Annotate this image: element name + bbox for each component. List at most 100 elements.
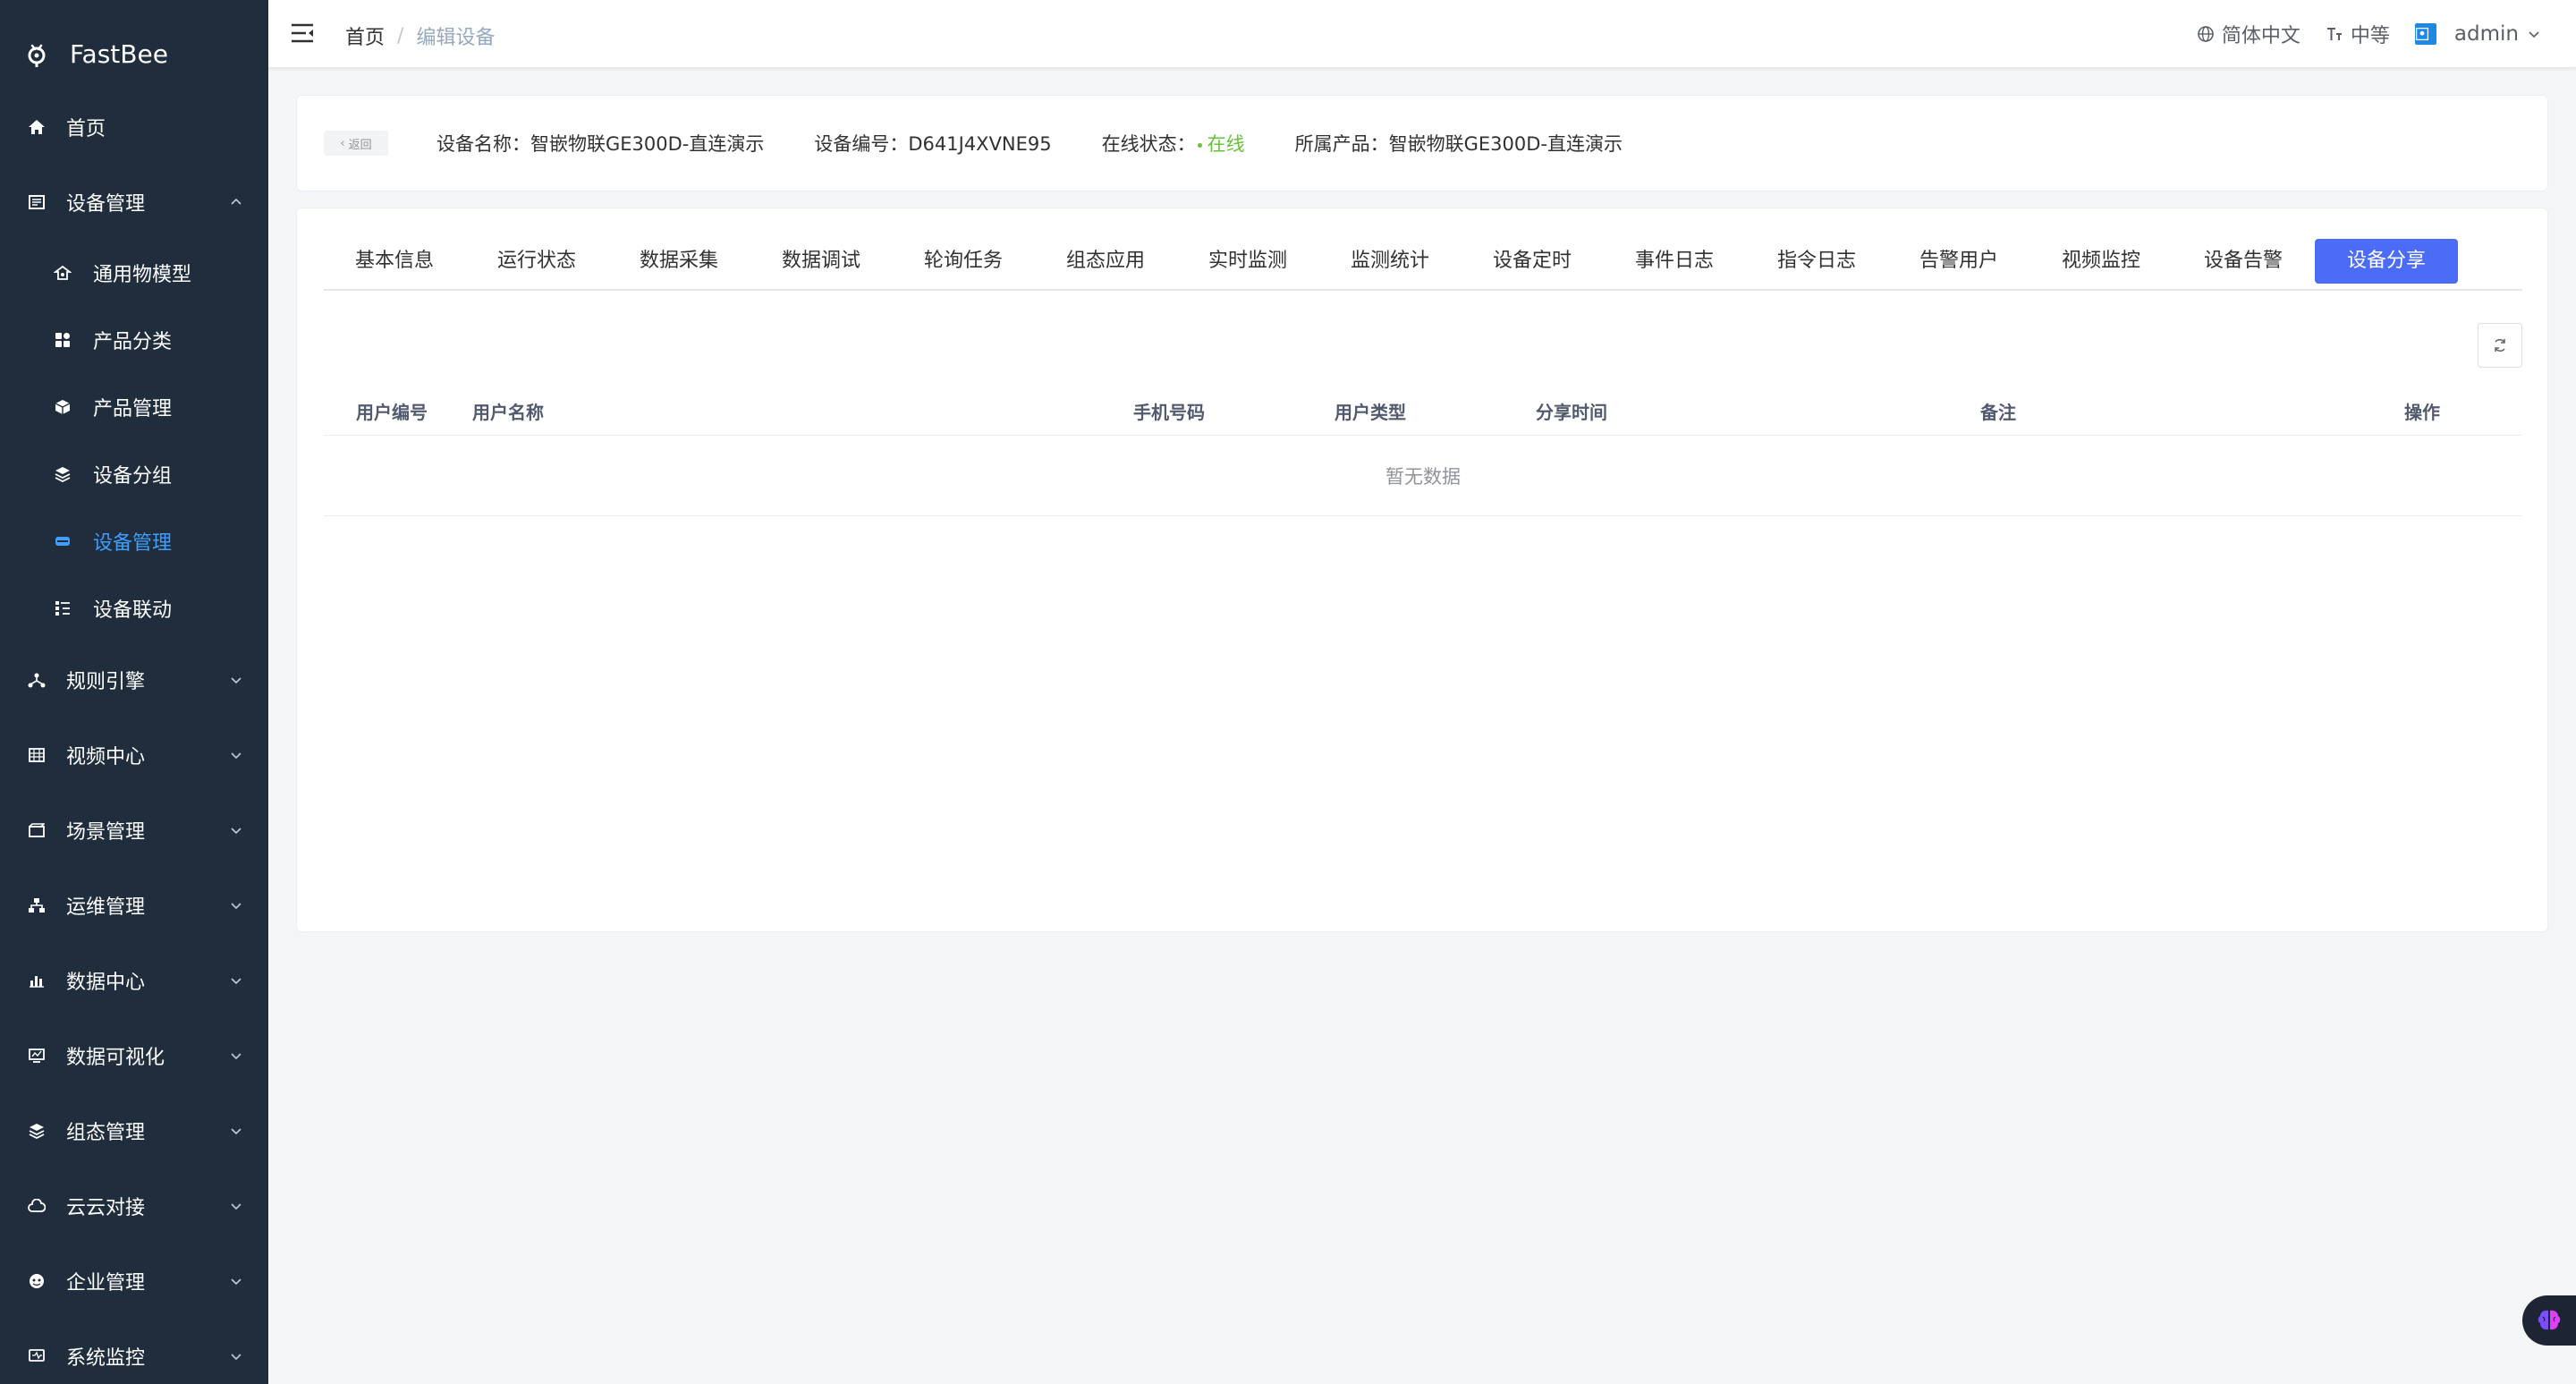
username: admin [2453,22,2519,46]
sidebar: FastBee 首页 设备管理 通用物模型 产品分类 产品管理 设备分组 设备管… [0,0,268,1384]
device-name-label: 设备名称： [436,133,530,155]
size-label: 中等 [2350,25,2390,47]
language-label: 简体中文 [2221,25,2301,47]
chevron-down-icon [231,1278,242,1286]
sidebar-item-label: 企业管理 [66,1272,146,1295]
share-table: 用户编号 用户名称 手机号码 用户类型 分享时间 备注 操作 暂无数据 [324,378,2522,516]
device-product-label: 所属产品： [1294,133,1389,155]
brain-icon [2538,1310,2561,1330]
tab-event-log[interactable]: 事件日志 [1603,239,1746,284]
tab-device-share[interactable]: 设备分享 [2315,239,2458,284]
menu-toggle-icon[interactable] [290,21,315,45]
tab-configuration-app[interactable]: 组态应用 [1034,239,1177,284]
col-actions: 操作 [2404,402,2440,423]
sidebar-item-video-center[interactable]: 视频中心 [0,721,268,789]
home-icon [27,117,47,137]
col-user-name: 用户名称 [472,402,544,423]
tab-alert-users[interactable]: 告警用户 [1887,239,2030,284]
device-product-field: 所属产品：智嵌物联GE300D-直连演示 [1295,130,1623,157]
col-remark: 备注 [1980,402,2016,423]
chevron-down-icon [231,752,242,760]
sidebar-item-cloud-integration[interactable]: 云云对接 [0,1172,268,1240]
sidebar-item-data-visualization[interactable]: 数据可视化 [0,1022,268,1090]
topbar-actions: 简体中文 中等 admin [2172,20,2540,48]
logo[interactable]: FastBee [0,0,268,107]
chevron-down-icon [231,978,242,985]
sidebar-item-label: 运维管理 [66,896,146,919]
user-dropdown[interactable]: admin [2414,22,2540,46]
sidebar-item-product-category[interactable]: 产品分类 [0,307,268,373]
sidebar-item-configuration[interactable]: 组态管理 [0,1097,268,1165]
tab-device-timer[interactable]: 设备定时 [1462,239,1603,284]
sidebar-item-data-center[interactable]: 数据中心 [0,947,268,1015]
sidebar-item-label: 产品分类 [93,331,173,353]
app-name: FastBee [70,38,168,69]
chevron-down-icon [2529,31,2539,38]
rule-icon [27,670,47,690]
breadcrumb-current: 编辑设备 [416,27,496,49]
breadcrumb-home[interactable]: 首页 [345,21,385,50]
chevron-up-icon [231,198,242,205]
tab-basic-info[interactable]: 基本信息 [324,239,465,284]
back-button[interactable]: ‹ 返回 [324,131,388,156]
language-switch[interactable]: 简体中文 [2197,20,2301,48]
tab-realtime-monitor[interactable]: 实时监测 [1177,239,1318,284]
sidebar-item-label: 设备管理 [66,193,146,216]
refresh-button[interactable] [2478,323,2522,368]
tab-monitor-stats[interactable]: 监测统计 [1318,239,1462,284]
video-icon [27,745,47,765]
sidebar-item-label: 产品管理 [93,398,173,420]
sidebar-item-enterprise[interactable]: 企业管理 [0,1247,268,1315]
sidebar-item-label: 设备分组 [93,465,173,488]
tab-command-log[interactable]: 指令日志 [1746,239,1887,284]
device-name-value: 智嵌物联GE300D-直连演示 [530,133,765,155]
sidebar-item-product-management[interactable]: 产品管理 [0,374,268,440]
enterprise-icon [27,1271,47,1291]
chevron-down-icon [231,677,242,684]
sidebar-item-device-management[interactable]: 设备管理 [0,168,268,236]
sidebar-item-device-linkage[interactable]: 设备联动 [0,575,268,641]
device-manage-icon [54,532,72,550]
tab-data-debug[interactable]: 数据调试 [750,239,893,284]
sidebar-item-label: 规则引擎 [66,671,146,693]
tab-video-monitor[interactable]: 视频监控 [2030,239,2172,284]
scene-icon [27,820,47,840]
tab-device-alert[interactable]: 设备告警 [2172,239,2315,284]
main-card: 基本信息 运行状态 数据采集 数据调试 轮询任务 组态应用 实时监测 监测统计 … [296,208,2548,932]
model-icon [54,264,72,282]
tab-run-status[interactable]: 运行状态 [465,239,608,284]
table-header: 用户编号 用户名称 手机号码 用户类型 分享时间 备注 操作 [324,378,2522,436]
device-status-label: 在线状态： [1101,133,1196,155]
sidebar-item-label: 设备联动 [93,599,173,622]
sidebar-item-device-manage[interactable]: 设备管理 [0,508,268,574]
breadcrumb: 首页 / 编辑设备 [345,21,495,50]
col-phone: 手机号码 [1133,402,1205,423]
bee-logo-icon [28,44,46,67]
device-product-value: 智嵌物联GE300D-直连演示 [1388,133,1623,155]
sidebar-item-label: 系统监控 [66,1347,146,1370]
device-status-field: 在线状态： 在线 [1102,130,1245,157]
device-serial-label: 设备编号： [814,133,909,155]
sidebar-item-system-monitor[interactable]: 系统监控 [0,1322,268,1384]
sidebar-item-home[interactable]: 首页 [0,93,268,161]
sidebar-item-label: 通用物模型 [93,264,192,286]
group-icon [54,465,72,483]
sidebar-item-generic-model[interactable]: 通用物模型 [0,240,268,306]
size-switch[interactable]: 中等 [2326,20,2390,48]
tab-polling-task[interactable]: 轮询任务 [893,239,1034,284]
sidebar-item-rule-engine[interactable]: 规则引擎 [0,646,268,714]
tab-data-collection[interactable]: 数据采集 [608,239,750,284]
sidebar-item-scene-management[interactable]: 场景管理 [0,796,268,864]
sidebar-item-ops-management[interactable]: 运维管理 [0,871,268,939]
sidebar-item-label: 场景管理 [66,821,146,844]
sidebar-item-label: 视频中心 [66,746,146,768]
sidebar-item-device-group[interactable]: 设备分组 [0,441,268,507]
assistant-bubble[interactable] [2522,1295,2576,1346]
chevron-down-icon [231,1128,242,1135]
globe-icon [2198,26,2214,42]
linkage-icon [54,599,72,617]
chevron-left-icon: ‹ [340,136,345,150]
chevron-down-icon [231,1053,242,1060]
col-user-id: 用户编号 [356,402,428,423]
refresh-icon [2495,339,2505,352]
